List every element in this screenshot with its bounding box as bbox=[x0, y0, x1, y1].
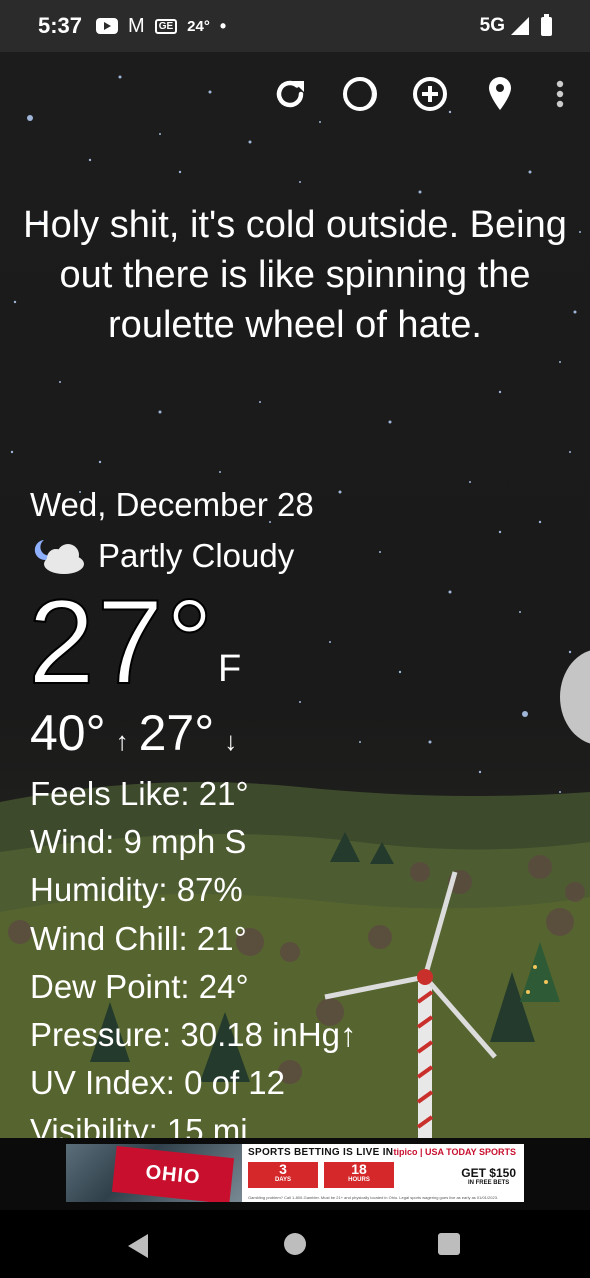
network-type: 5G bbox=[479, 15, 505, 36]
humidity: Humidity: 87% bbox=[30, 871, 243, 909]
weather-background: Holy shit, it's cold outside. Being out … bbox=[0, 52, 590, 1138]
ge-badge: GE bbox=[154, 18, 178, 34]
ad-hours-number: 18 bbox=[351, 1161, 367, 1177]
current-temperature: 27° bbox=[27, 574, 216, 710]
moon-phase-button[interactable] bbox=[340, 74, 380, 114]
wind: Wind: 9 mph S bbox=[30, 823, 247, 861]
ad-brand-logo: tipico | USA TODAY SPORTS bbox=[393, 1147, 516, 1157]
ad-fine-print: Gambling problem? Call 1-800-Gambler. Mu… bbox=[248, 1195, 499, 1200]
ad-countdown: 3 DAYS 18 HOURS bbox=[248, 1162, 394, 1188]
ad-cta: GET $150 IN FREE BETS bbox=[461, 1166, 516, 1186]
ad-photo: OHIO bbox=[66, 1144, 242, 1202]
refresh-button[interactable] bbox=[270, 74, 310, 114]
ad-hours-label: HOURS bbox=[348, 1177, 370, 1183]
add-location-button[interactable] bbox=[410, 74, 450, 114]
visibility: Visibility: 15 mi bbox=[30, 1112, 248, 1138]
gmail-icon: M bbox=[128, 14, 145, 37]
pressure: Pressure: 30.18 inHg↑ bbox=[30, 1016, 357, 1054]
forecast-date: Wed, December 28 bbox=[30, 486, 314, 523]
feels-like: Feels Like: 21° bbox=[30, 775, 249, 812]
wind-chill: Wind Chill: 21° bbox=[30, 919, 247, 957]
nav-bar bbox=[0, 1210, 590, 1278]
low-temp: 27° bbox=[138, 705, 215, 761]
status-bar: 5:37 M GE 24° • 5G bbox=[0, 0, 590, 52]
dew-point: Dew Point: 24° bbox=[30, 967, 249, 1005]
ad-bar: OHIO SPORTS BETTING IS LIVE IN tipico | … bbox=[0, 1138, 590, 1210]
location-pin-icon bbox=[489, 77, 511, 110]
up-arrow-icon: ↑ bbox=[115, 726, 129, 756]
ad-days-label: DAYS bbox=[274, 1177, 292, 1183]
partly-cloudy-night-icon bbox=[34, 540, 84, 574]
weather-quote: Holy shit, it's cold outside. Being out … bbox=[23, 204, 567, 346]
recents-button[interactable] bbox=[438, 1233, 460, 1255]
signal-icon bbox=[511, 17, 529, 35]
temperature-unit: F bbox=[218, 648, 242, 690]
ad-body: SPORTS BETTING IS LIVE IN tipico | USA T… bbox=[242, 1144, 524, 1202]
back-button[interactable] bbox=[128, 1234, 148, 1258]
high-low-temps: 40° ↑ 27° ↓ bbox=[30, 704, 237, 762]
ad-hours-box: 18 HOURS bbox=[324, 1162, 394, 1188]
ad-cta-sub: IN FREE BETS bbox=[467, 1180, 510, 1186]
notification-dot-icon: • bbox=[219, 15, 227, 36]
location-button[interactable] bbox=[480, 74, 520, 114]
uv-index: UV Index: 0 of 12 bbox=[30, 1064, 285, 1102]
moon-phase-icon bbox=[343, 77, 377, 111]
ad-banner[interactable]: OHIO SPORTS BETTING IS LIVE IN tipico | … bbox=[66, 1144, 524, 1202]
refresh-icon bbox=[276, 80, 304, 108]
battery-icon bbox=[541, 13, 552, 36]
more-options-button[interactable] bbox=[550, 74, 570, 114]
status-time: 5:37 bbox=[38, 13, 83, 38]
high-temp: 40° bbox=[30, 705, 106, 761]
add-location-icon bbox=[413, 77, 447, 111]
current-condition: Partly Cloudy bbox=[30, 536, 294, 576]
ad-cta-main: GET $150 bbox=[461, 1166, 516, 1180]
down-arrow-icon: ↓ bbox=[224, 726, 238, 756]
youtube-icon bbox=[96, 18, 119, 34]
ad-flag: OHIO bbox=[111, 1145, 235, 1202]
weather-details: Feels Like: 21° Wind: 9 mph S Humidity: … bbox=[30, 770, 357, 1138]
ad-days-box: 3 DAYS bbox=[248, 1162, 318, 1188]
top-toolbar bbox=[270, 74, 570, 114]
more-vert-icon bbox=[556, 80, 564, 108]
condition-label: Partly Cloudy bbox=[98, 537, 295, 574]
status-weather-temp: 24° bbox=[187, 17, 210, 35]
ad-days-number: 3 bbox=[279, 1161, 287, 1177]
home-button[interactable] bbox=[284, 1233, 306, 1255]
